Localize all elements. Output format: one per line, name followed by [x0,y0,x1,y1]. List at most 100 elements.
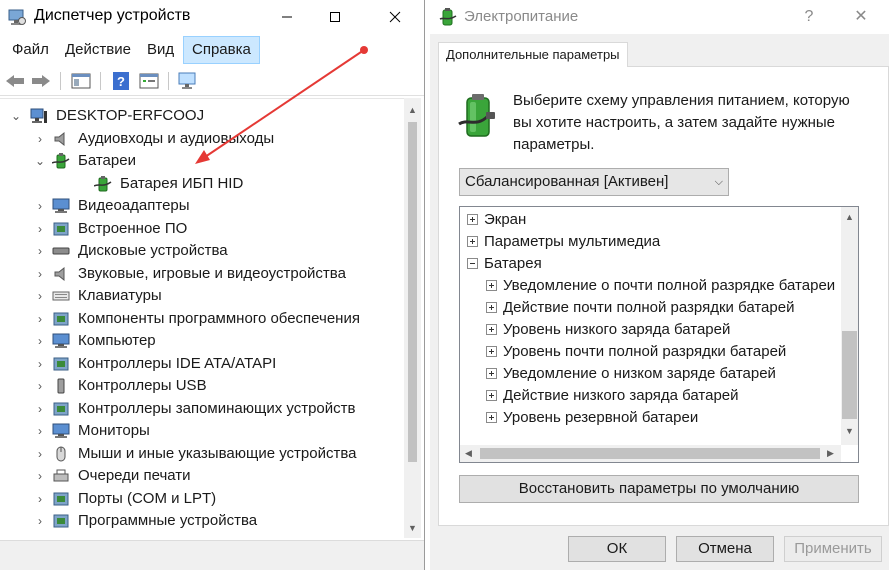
tree-item[interactable]: › Мыши и иные указывающие устройства [0,443,404,465]
power-options-title: Электропитание [464,8,579,25]
computer-icon [30,108,47,123]
collapse-chevron-icon[interactable]: ⌄ [10,105,22,127]
keyboard-icon [52,291,70,301]
toolbar: ? [0,66,424,96]
menu-file[interactable]: Файл [4,36,57,64]
expand-chevron-icon[interactable]: › [34,375,46,397]
hscroll-thumb[interactable] [480,448,820,459]
tab-advanced-settings[interactable]: Дополнительные параметры [438,42,628,67]
expand-chevron-icon[interactable]: › [34,285,46,307]
menu-view[interactable]: Вид [139,36,182,64]
tree-item[interactable]: › Аудиовходы и аудиовыходы [0,128,404,150]
scroll-left-arrow-icon[interactable]: ◀ [460,445,477,462]
restore-defaults-button[interactable]: Восстановить параметры по умолчанию [459,475,859,503]
scroll-down-arrow-icon[interactable]: ▼ [841,423,858,440]
expand-chevron-icon[interactable]: › [34,353,46,375]
settings-tree-item-label: Батарея [484,255,542,272]
expand-plus-icon[interactable] [467,214,478,225]
tree-root[interactable]: ⌄ DESKTOP-ERFCOOJ [0,105,404,127]
expand-plus-icon[interactable] [486,346,497,357]
tree-item[interactable]: › Видеоадаптеры [0,195,404,217]
tree-item[interactable]: › Программные устройства [0,510,404,532]
tree-item[interactable]: Батарея ИБП HID [0,173,404,195]
scroll-down-arrow-icon[interactable]: ▼ [404,520,421,537]
help-button[interactable]: ? [110,70,132,92]
tree-item[interactable]: › Контроллеры USB [0,375,404,397]
expand-chevron-icon[interactable]: › [34,128,46,150]
expand-chevron-icon[interactable]: › [34,240,46,262]
expand-chevron-icon[interactable]: › [34,195,46,217]
expand-plus-icon[interactable] [486,390,497,401]
expand-chevron-icon[interactable]: › [34,398,46,420]
scan-hardware-button[interactable] [176,70,198,92]
disk-icon [52,247,70,255]
collapse-minus-icon[interactable] [467,258,478,269]
tree-item[interactable]: › Клавиатуры [0,285,404,307]
settings-tree-item-label: Уровень низкого заряда батарей [503,321,731,338]
settings-tree-hscrollbar[interactable]: ◀ ▶ [460,445,841,462]
menu-action[interactable]: Действие [57,36,139,64]
display-adapter-icon [52,198,70,213]
expand-chevron-icon[interactable]: › [34,308,46,330]
tree-item-label: Встроенное ПО [78,219,188,237]
power-plan-select[interactable]: Сбалансированная [Активен] ⌵ [459,168,729,196]
menu-help[interactable]: Справка [183,36,260,64]
expand-chevron-icon[interactable]: › [34,465,46,487]
collapse-chevron-icon[interactable]: ⌄ [34,150,46,172]
expand-plus-icon[interactable] [486,302,497,313]
tree-item[interactable]: › Мониторы [0,420,404,442]
vscroll-thumb[interactable] [842,331,857,419]
tree-item[interactable]: › Компоненты программного обеспечения [0,308,404,330]
svg-text:?: ? [117,74,125,89]
maximize-icon [330,12,340,22]
scroll-right-arrow-icon[interactable]: ▶ [822,445,839,462]
expand-chevron-icon[interactable]: › [34,420,46,442]
expand-chevron-icon[interactable]: › [34,510,46,532]
apply-button[interactable]: Применить [784,536,882,562]
expand-chevron-icon[interactable]: › [34,443,46,465]
close-button[interactable]: ✕ [838,0,884,34]
expand-plus-icon[interactable] [486,412,497,423]
minimize-button[interactable] [264,0,310,34]
expand-plus-icon[interactable] [467,236,478,247]
back-button[interactable] [4,70,26,92]
cancel-button[interactable]: Отмена [676,536,774,562]
tree-item[interactable]: › Компьютер [0,330,404,352]
tree-item[interactable]: › Контроллеры запоминающих устройств [0,398,404,420]
battery-icon [52,153,70,169]
tree-item[interactable]: › Дисковые устройства [0,240,404,262]
chevron-down-icon: ⌵ [714,176,723,188]
scrollbar-thumb[interactable] [408,122,417,462]
power-plan-description: Выберите схему управления питанием, кото… [513,92,850,153]
tree-item[interactable]: ⌄ Батареи [0,150,404,172]
power-options-window: Электропитание ? ✕ Дополнительные параме… [430,0,889,570]
expand-chevron-icon[interactable]: › [34,488,46,510]
show-hide-console-tree-button[interactable] [70,70,92,92]
software-device-icon [53,514,69,528]
help-button[interactable]: ? [786,0,832,34]
forward-button[interactable] [30,70,52,92]
expand-chevron-icon[interactable]: › [34,218,46,240]
tree-item[interactable]: › Очереди печати [0,465,404,487]
expand-plus-icon[interactable] [486,324,497,335]
scroll-up-arrow-icon[interactable]: ▲ [404,102,421,119]
expand-chevron-icon[interactable]: › [34,263,46,285]
device-tree-scrollbar[interactable]: ▲ ▼ [404,98,421,538]
tree-item[interactable]: › Звуковые, игровые и видеоустройства [0,263,404,285]
expand-chevron-icon[interactable]: › [34,330,46,352]
scan-hardware-icon [178,72,196,89]
ok-button[interactable]: ОК [568,536,666,562]
tree-item[interactable]: › Встроенное ПО [0,218,404,240]
properties-button[interactable] [138,70,160,92]
close-button[interactable] [372,0,418,34]
expand-plus-icon[interactable] [486,368,497,379]
scroll-up-arrow-icon[interactable]: ▲ [841,209,858,226]
tree-item[interactable]: › Порты (COM и LPT) [0,488,404,510]
settings-tree-item-label: Уведомление о низком заряде батарей [503,365,776,382]
settings-tree-vscrollbar[interactable]: ▲ ▼ [841,207,858,445]
expand-plus-icon[interactable] [486,280,497,291]
battery-power-icon [458,94,495,137]
back-arrow-icon [6,75,24,87]
tree-item[interactable]: › Контроллеры IDE ATA/ATAPI [0,353,404,375]
maximize-button[interactable] [312,0,358,34]
